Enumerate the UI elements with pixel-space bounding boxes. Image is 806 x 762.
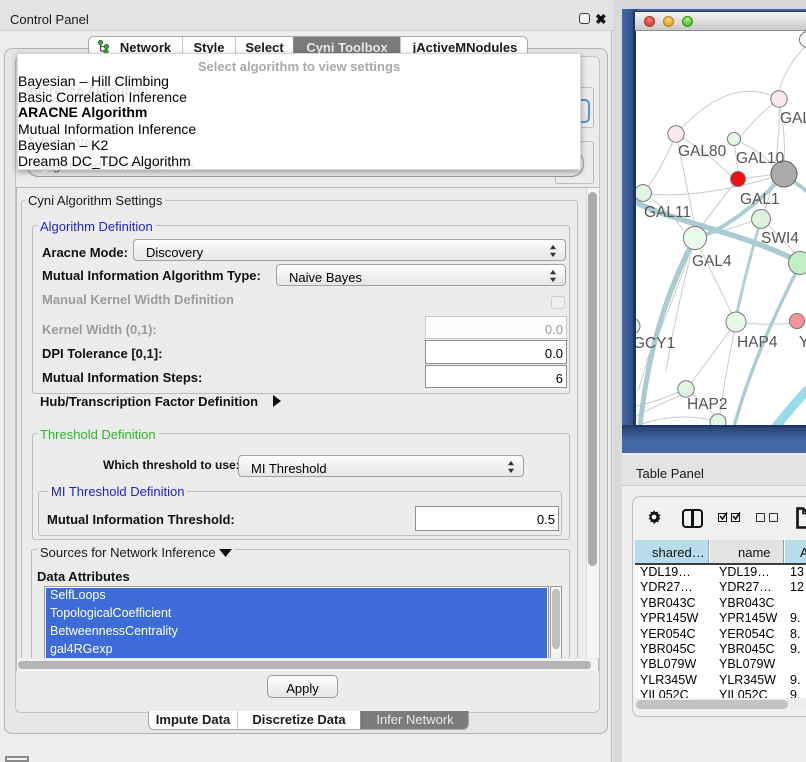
svg-text:GAL1: GAL1 xyxy=(740,191,780,208)
svg-text:SWI4: SWI4 xyxy=(761,230,799,247)
svg-text:Y: Y xyxy=(799,334,806,351)
svg-text:GAL10: GAL10 xyxy=(736,150,785,167)
svg-text:GCY1: GCY1 xyxy=(636,335,675,352)
svg-text:GAL: GAL xyxy=(780,110,806,127)
svg-text:GAL4: GAL4 xyxy=(692,253,732,270)
svg-text:GAL11: GAL11 xyxy=(644,204,691,221)
svg-text:GAL80: GAL80 xyxy=(678,143,727,160)
svg-text:HAP2: HAP2 xyxy=(687,396,728,413)
svg-text:HAP4: HAP4 xyxy=(737,334,778,351)
